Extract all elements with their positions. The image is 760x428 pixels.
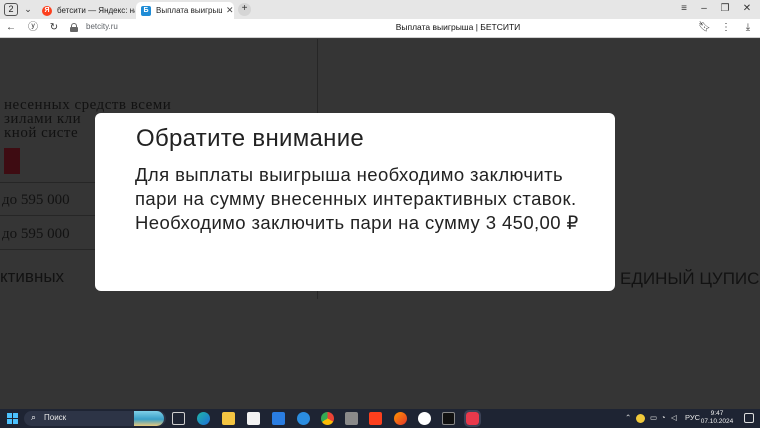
file-explorer-icon[interactable]: [222, 412, 235, 425]
volume-icon[interactable]: ◁: [671, 413, 677, 422]
tab-counter[interactable]: 2: [4, 3, 18, 16]
terminal-icon[interactable]: [442, 412, 455, 425]
language-indicator[interactable]: РУС: [685, 413, 700, 422]
edge-icon[interactable]: [197, 412, 210, 425]
address-bar[interactable]: betcity.ru Выплата выигрыша | БЕТСИТИ: [68, 21, 728, 35]
url-text[interactable]: betcity.ru: [86, 22, 118, 31]
divider: [0, 182, 100, 183]
background-red-block: [4, 148, 20, 174]
taskbar: ⌕ Поиск ⌃ ▭ ◔ ◁ РУС 9:47 07.10.2024: [0, 409, 760, 428]
tray-app-icon[interactable]: [636, 414, 645, 423]
modal-message: Для выплаты выигрыша необходимо заключит…: [135, 164, 579, 233]
chevron-up-icon[interactable]: ⌃: [625, 413, 631, 422]
battery-icon[interactable]: ▭: [650, 413, 657, 422]
new-tab-button[interactable]: +: [238, 3, 251, 16]
notice-modal: Обратите внимание Для выплаты выигрыша н…: [95, 113, 615, 291]
yandex-account-icon[interactable]: ⓨ: [27, 22, 39, 34]
tab-strip: 2 ⌄ Я бетсити — Яндекс: нашлось Б Выплат…: [0, 0, 760, 19]
background-amount: до 595 000: [2, 226, 70, 242]
background-heading: ктивных: [0, 267, 65, 286]
tab-title: Выплата выигрыша | БЕТСИТИ: [156, 6, 222, 15]
wifi-icon[interactable]: ◔: [661, 413, 666, 422]
yandex-favicon-icon: Я: [42, 5, 52, 16]
close-window-icon[interactable]: ✕: [740, 3, 754, 14]
divider: [0, 215, 100, 216]
close-tab-icon[interactable]: ✕: [226, 5, 234, 16]
taskbar-search[interactable]: ⌕ Поиск: [24, 411, 166, 426]
modal-title: Обратите внимание: [136, 125, 365, 152]
yandex-app-icon[interactable]: [369, 412, 382, 425]
background-text: кной систе: [4, 125, 79, 141]
maximize-icon[interactable]: ❐: [718, 3, 732, 14]
betcity-favicon-icon: Б: [141, 5, 151, 16]
search-highlight-image: [134, 411, 164, 426]
bookmark-icon[interactable]: 🔖︎: [698, 22, 711, 34]
database-app-icon[interactable]: [345, 412, 358, 425]
notifications-icon[interactable]: [744, 413, 754, 423]
mail-icon[interactable]: [272, 412, 285, 425]
window-menu-icon[interactable]: ≡: [677, 3, 691, 14]
divider: [0, 249, 100, 250]
browser-toolbar: ← ⓨ ↻ betcity.ru Выплата выигрыша | БЕТС…: [0, 19, 760, 38]
refresh-icon[interactable]: ↻: [48, 22, 60, 34]
store-icon[interactable]: [247, 412, 260, 425]
back-arrow-icon[interactable]: ←: [5, 22, 17, 34]
clock-date: 07.10.2024: [700, 418, 734, 425]
chrome-icon[interactable]: [321, 412, 334, 425]
yandex-browser-icon[interactable]: [418, 412, 431, 425]
more-menu-icon[interactable]: ⋮: [720, 22, 732, 34]
search-icon: ⌕: [31, 412, 37, 422]
yandex-browser-active-icon[interactable]: [464, 410, 481, 427]
background-amount: до 595 000: [2, 192, 70, 208]
clock[interactable]: 9:47 07.10.2024: [700, 410, 734, 426]
page-title: Выплата выигрыша | БЕТСИТИ: [395, 22, 521, 32]
tab-list-dropdown-icon[interactable]: ⌄: [22, 2, 34, 16]
weather-icon[interactable]: [297, 412, 310, 425]
minimize-icon[interactable]: –: [697, 3, 711, 14]
lock-icon[interactable]: [70, 23, 78, 32]
downloads-icon[interactable]: ⤓: [742, 22, 754, 34]
task-view-icon[interactable]: [172, 412, 185, 425]
firefox-icon[interactable]: [394, 412, 407, 425]
tab-yandex-search[interactable]: Я бетсити — Яндекс: нашлось: [40, 2, 136, 19]
background-heading: ЕДИНЫЙ ЦУПИС: [620, 269, 760, 288]
tab-title: бетсити — Яндекс: нашлось: [57, 6, 135, 15]
clock-time: 9:47: [710, 410, 724, 417]
windows-start-icon[interactable]: [7, 413, 18, 424]
tab-betcity-active[interactable]: Б Выплата выигрыша | БЕТСИТИ ✕: [136, 2, 234, 19]
search-label: Поиск: [44, 413, 67, 422]
